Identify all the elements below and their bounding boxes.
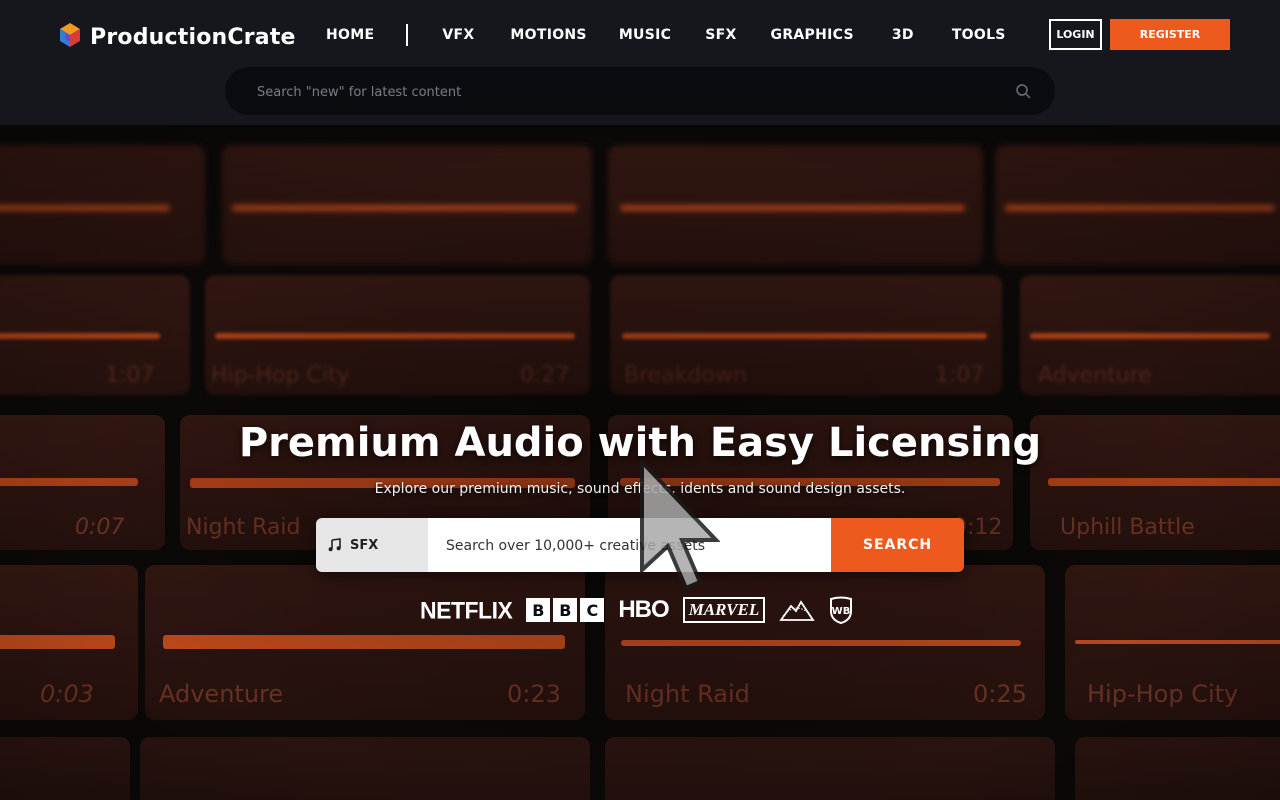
logo-text: ProductionCrate [90, 24, 296, 50]
track-name: Hip-Hop City [1087, 680, 1239, 708]
hbo-logo: HBO [618, 596, 669, 623]
header-search [225, 67, 1055, 117]
track-tile [0, 145, 205, 265]
nav-tools[interactable]: TOOLS [952, 27, 1006, 43]
track-duration: 1:07 [935, 363, 985, 388]
category-label: SFX [350, 537, 379, 553]
track-duration: 1:07 [105, 363, 155, 388]
track-tile: 1:07 [0, 275, 190, 395]
music-note-icon [328, 538, 341, 552]
hero-search-input[interactable] [444, 518, 828, 572]
site-header: ProductionCrate HOME VFX MOTIONS MUSIC S… [0, 0, 1280, 125]
track-duration: 0:07 [75, 515, 125, 540]
paramount-logo-icon [779, 600, 815, 621]
track-tile: Adventure 0:23 [145, 565, 585, 720]
track-tile [1075, 737, 1280, 800]
track-name: Breakdown [624, 363, 747, 388]
productioncrate-logo-icon [60, 23, 80, 47]
track-tile: Hip-Hop City 0:27 [205, 275, 590, 395]
category-select[interactable]: SFX [316, 518, 428, 572]
track-name: Uphill Battle [1060, 515, 1195, 540]
track-tile [608, 145, 983, 265]
search-icon[interactable] [1015, 83, 1031, 99]
nav-divider [406, 24, 409, 46]
track-tile [140, 737, 590, 800]
track-duration: 0:23 [507, 680, 561, 708]
search-button[interactable]: SEARCH [831, 518, 964, 572]
register-button[interactable]: REGISTER [1110, 19, 1230, 50]
nav-music[interactable]: MUSIC [619, 27, 671, 43]
netflix-logo: NETFLIX [420, 595, 513, 624]
login-button[interactable]: LOGIN [1049, 19, 1102, 50]
track-duration: 0:25 [973, 680, 1027, 708]
cursor-graphic-icon [640, 460, 720, 590]
track-name: Adventure [159, 680, 284, 708]
track-name: Adventure [1038, 363, 1152, 388]
track-tile: Adventure [1020, 275, 1280, 395]
warner-bros-logo-icon: WB [830, 596, 853, 624]
main-nav: HOME VFX MOTIONS MUSIC SFX GRAPHICS 3D T… [326, 24, 1006, 46]
logo[interactable]: ProductionCrate [58, 21, 296, 53]
track-name: Night Raid [625, 680, 750, 708]
track-tile [222, 145, 592, 265]
hero-search-field [428, 518, 831, 572]
track-duration: 0:27 [520, 363, 570, 388]
nav-3d[interactable]: 3D [892, 27, 914, 43]
header-search-input[interactable] [255, 67, 999, 117]
nav-graphics[interactable]: GRAPHICS [771, 27, 854, 43]
marvel-logo: MARVEL [682, 597, 766, 623]
bbc-logo: B B C [526, 598, 605, 622]
track-tile: 0:03 [0, 565, 138, 720]
track-name: Hip-Hop City [211, 363, 350, 388]
track-tile [995, 145, 1280, 265]
nav-motions[interactable]: MOTIONS [510, 27, 586, 43]
track-tile: Hip-Hop City [1065, 565, 1280, 720]
track-duration: 0:03 [40, 680, 94, 708]
track-tile [0, 737, 130, 800]
track-tile [605, 737, 1055, 800]
nav-vfx[interactable]: VFX [442, 27, 474, 43]
nav-home[interactable]: HOME [326, 27, 374, 43]
brand-logos: NETFLIX B B C HBO MARVEL WB [420, 596, 867, 624]
nav-sfx[interactable]: SFX [705, 27, 736, 43]
track-name: Night Raid [186, 515, 301, 540]
svg-text:WB: WB [832, 606, 851, 617]
track-tile: Breakdown 1:07 [610, 275, 1002, 395]
